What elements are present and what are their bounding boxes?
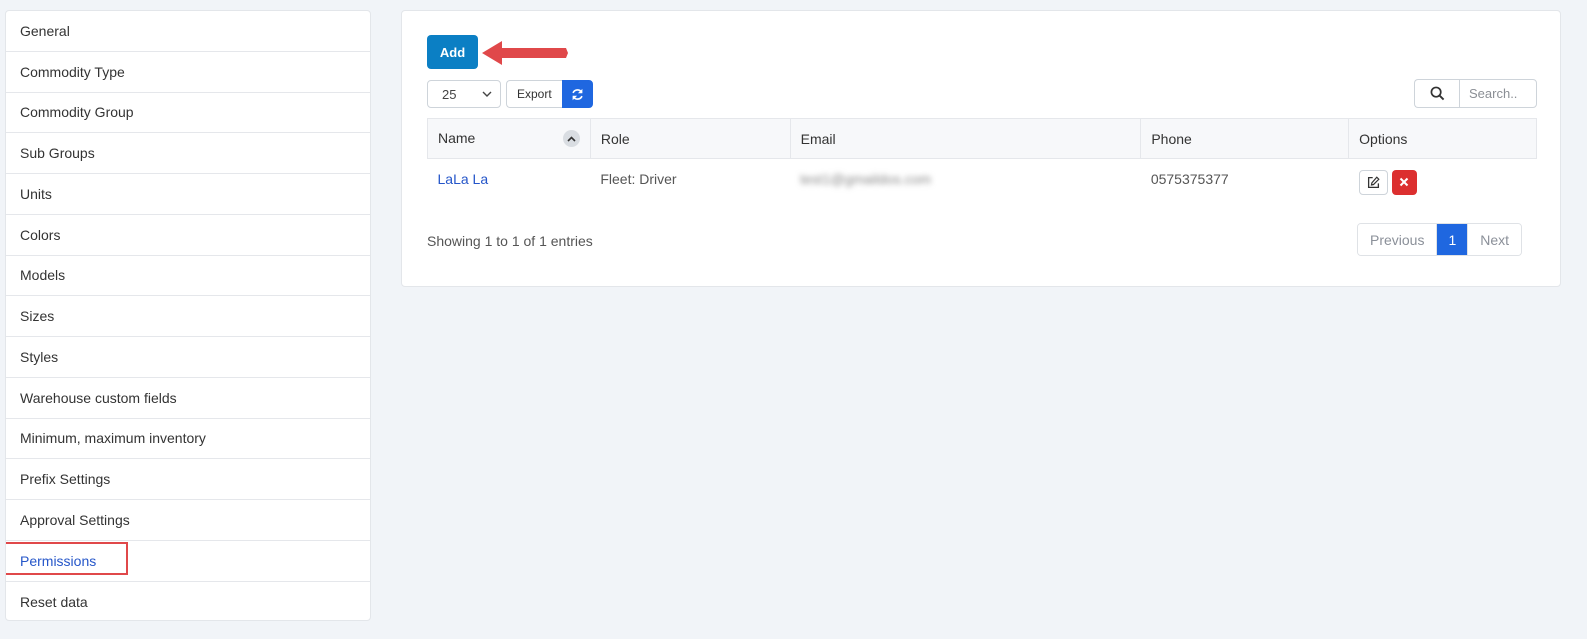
- refresh-button[interactable]: [561, 80, 593, 108]
- permissions-panel: Add 25 Export Search.. Name Role Email P…: [401, 10, 1561, 287]
- cell-options: [1349, 159, 1537, 200]
- sidebar-item-min-max-inventory[interactable]: Minimum, maximum inventory: [6, 419, 370, 460]
- sidebar-item-units[interactable]: Units: [6, 174, 370, 215]
- next-page-button[interactable]: Next: [1468, 224, 1522, 255]
- user-name-link[interactable]: LaLa La: [438, 171, 489, 187]
- export-button[interactable]: Export: [506, 80, 562, 108]
- sidebar-item-label: Colors: [20, 226, 61, 243]
- sidebar-item-styles[interactable]: Styles: [6, 337, 370, 378]
- table-header-row: Name Role Email Phone Options: [427, 118, 1537, 159]
- sidebar-item-sizes[interactable]: Sizes: [6, 296, 370, 337]
- sidebar-item-sub-groups[interactable]: Sub Groups: [6, 133, 370, 174]
- sidebar-item-label: Permissions: [20, 552, 97, 569]
- sidebar-item-general[interactable]: General: [6, 11, 370, 52]
- page-1-button[interactable]: 1: [1437, 224, 1469, 255]
- email-value-blurred: test1@gmaildos.com: [800, 171, 932, 188]
- sidebar-item-prefix-settings[interactable]: Prefix Settings: [6, 459, 370, 500]
- users-table: Name Role Email Phone Options LaLa La Fl…: [427, 118, 1537, 200]
- edit-button[interactable]: [1358, 169, 1388, 195]
- cell-name[interactable]: LaLa La: [428, 159, 591, 200]
- sidebar-item-commodity-group[interactable]: Commodity Group: [6, 93, 370, 134]
- cell-email: test1@gmaildos.com: [790, 159, 1141, 200]
- sidebar-item-label: Commodity Type: [20, 63, 125, 80]
- column-header-options: Options: [1348, 118, 1537, 159]
- sort-ascending-icon[interactable]: [562, 130, 580, 147]
- sidebar-item-commodity-type[interactable]: Commodity Type: [6, 52, 370, 93]
- sidebar-item-label: Models: [20, 267, 66, 284]
- sidebar-item-label: Minimum, maximum inventory: [20, 430, 206, 447]
- delete-button[interactable]: [1391, 169, 1417, 195]
- page-size-value: 25: [442, 86, 457, 102]
- sidebar-item-label: Sizes: [20, 308, 55, 325]
- cell-phone: 0575375377: [1150, 171, 1229, 188]
- column-header-role[interactable]: Role: [589, 118, 791, 159]
- sidebar-item-approval-settings[interactable]: Approval Settings: [6, 500, 370, 541]
- previous-page-button[interactable]: Previous: [1358, 224, 1438, 255]
- table-row: LaLa La Fleet: Driver test1@gmaildos.com…: [428, 159, 1537, 200]
- sidebar-item-permissions[interactable]: Permissions: [6, 541, 370, 582]
- sidebar-item-label: Reset data: [20, 593, 88, 610]
- chevron-down-icon: [482, 91, 492, 97]
- cell-role: Fleet: Driver: [600, 171, 677, 188]
- sidebar-item-models[interactable]: Models: [6, 256, 370, 297]
- search-button[interactable]: [1414, 79, 1459, 108]
- add-button[interactable]: Add: [427, 35, 478, 69]
- sidebar-item-label: Prefix Settings: [20, 471, 111, 488]
- sidebar-item-warehouse-custom-fields[interactable]: Warehouse custom fields: [6, 378, 370, 419]
- edit-icon: [1367, 176, 1380, 188]
- search-group: [1414, 79, 1537, 108]
- column-header-email[interactable]: Email: [789, 118, 1142, 159]
- sidebar-item-label: General: [20, 22, 70, 39]
- sidebar-item-label: Warehouse custom fields: [20, 389, 177, 406]
- sidebar-item-label: Sub Groups: [20, 145, 95, 162]
- sidebar-item-label: Approval Settings: [20, 511, 130, 528]
- entries-info: Showing 1 to 1 of 1 entries: [427, 233, 593, 249]
- column-header-phone[interactable]: Phone: [1140, 118, 1350, 159]
- sidebar-item-label: Styles: [20, 348, 59, 365]
- pagination: Previous 1 Next: [1357, 223, 1523, 256]
- page-size-select[interactable]: 25: [427, 80, 501, 108]
- annotation-arrow-icon: [482, 41, 568, 65]
- refresh-icon: [571, 88, 583, 100]
- export-group: Export: [506, 80, 593, 108]
- close-icon: [1399, 178, 1409, 187]
- sidebar-item-colors[interactable]: Colors: [6, 215, 370, 256]
- search-input[interactable]: [1459, 79, 1537, 108]
- sidebar-item-reset-data[interactable]: Reset data: [6, 582, 370, 621]
- settings-sidebar: General Commodity Type Commodity Group S…: [5, 10, 371, 621]
- search-icon: [1430, 86, 1444, 101]
- column-header-name[interactable]: Name: [427, 118, 591, 159]
- sidebar-item-label: Commodity Group: [20, 104, 134, 121]
- sidebar-item-label: Units: [20, 185, 52, 202]
